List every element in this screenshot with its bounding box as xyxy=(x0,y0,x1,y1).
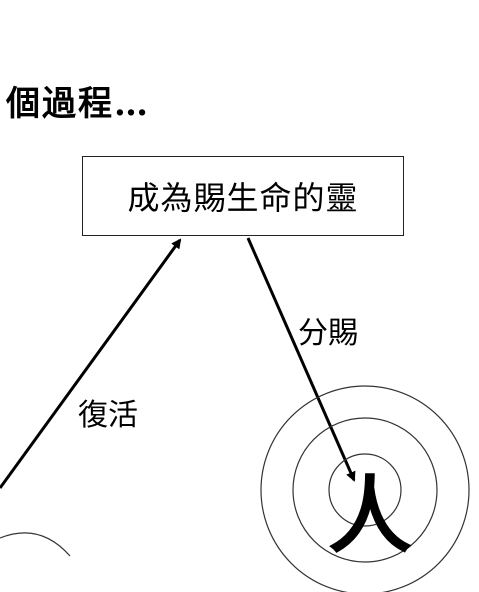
diagram-canvas: 個過程… 成為賜生命的靈 分賜 復活 人 xyxy=(0,0,479,592)
person-glyph: 人 xyxy=(327,466,412,565)
life-giving-spirit-box: 成為賜生命的靈 xyxy=(82,156,404,236)
partial-arc xyxy=(0,532,71,557)
page-title: 個過程… xyxy=(6,84,150,124)
resurrection-label: 復活 xyxy=(78,398,138,433)
impartation-arrow xyxy=(246,237,356,482)
resurrection-arrow xyxy=(0,238,182,489)
impartation-label: 分賜 xyxy=(298,316,358,351)
box-label: 成為賜生命的靈 xyxy=(127,179,359,217)
